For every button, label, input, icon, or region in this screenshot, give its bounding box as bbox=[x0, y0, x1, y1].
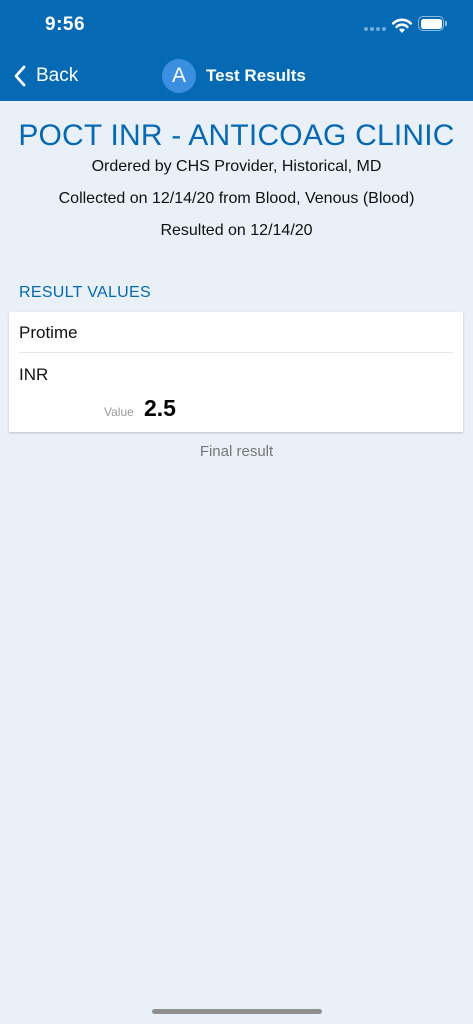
page-title: Test Results bbox=[206, 66, 306, 85]
result-status: Final result bbox=[199, 443, 274, 460]
status-bar: 9:56 bbox=[0, 0, 473, 50]
back-button[interactable]: Back bbox=[12, 62, 78, 90]
test-name: POCT INR - ANTICOAG CLINIC bbox=[18, 119, 455, 152]
app-header: 9:56 Back A Test Results bbox=[0, 0, 473, 101]
nav-title-group: A Test Results bbox=[162, 59, 306, 93]
value-label: Value bbox=[104, 405, 134, 419]
result-value: 2.5 bbox=[144, 395, 176, 421]
panel-name: Protime bbox=[19, 323, 78, 342]
result-values-header: RESULT VALUES bbox=[19, 284, 151, 301]
back-label: Back bbox=[36, 65, 79, 86]
component-name: INR bbox=[19, 365, 49, 384]
resulted-text: Resulted on 12/14/20 bbox=[160, 222, 313, 239]
chevron-left-icon bbox=[14, 65, 26, 87]
battery-icon bbox=[418, 16, 450, 33]
cellular-signal-icon bbox=[364, 27, 386, 33]
avatar[interactable]: A bbox=[162, 59, 196, 93]
navigation-bar: Back A Test Results bbox=[0, 50, 473, 101]
ordered-by-text: Ordered by CHS Provider, Historical, MD bbox=[91, 158, 382, 175]
wifi-icon bbox=[391, 18, 413, 33]
card-divider bbox=[19, 352, 453, 353]
result-card: Protime INR Value 2.5 bbox=[9, 312, 463, 432]
status-time: 9:56 bbox=[45, 14, 86, 35]
home-indicator[interactable] bbox=[152, 1009, 322, 1014]
collected-text: Collected on 12/14/20 from Blood, Venous… bbox=[58, 190, 415, 207]
